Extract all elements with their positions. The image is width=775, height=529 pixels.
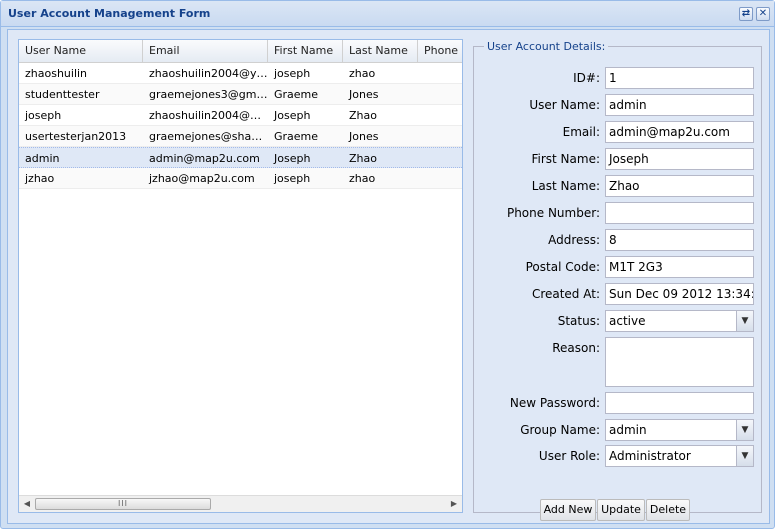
postal-code-label: Postal Code: — [525, 260, 600, 274]
reason-label: Reason: — [552, 341, 600, 355]
status-select[interactable]: active ▼ — [605, 310, 754, 332]
new-password-label: New Password: — [509, 396, 600, 410]
scroll-left-icon[interactable]: ◀ — [19, 496, 35, 512]
user-role-label: User Role: — [538, 449, 600, 463]
user-grid: User Name Email First Name Last Name Pho… — [18, 39, 463, 513]
id-field[interactable]: 1 — [605, 67, 754, 89]
cell-email: graemejones3@gmail... — [149, 88, 268, 101]
add-new-button[interactable]: Add New — [540, 499, 596, 521]
cell-email: admin@map2u.com — [149, 152, 260, 165]
cell-email: zhaoshuilin2004@ya... — [149, 67, 268, 80]
address-label: Address: — [548, 233, 600, 247]
cell-username: admin — [25, 152, 60, 165]
cell-username: studenttester — [25, 88, 100, 101]
email-field[interactable]: admin@map2u.com — [605, 121, 754, 143]
cell-email: zhaoshuilin2004@gm... — [149, 109, 268, 122]
column-header-email[interactable]: Email — [143, 40, 268, 62]
column-header-firstname[interactable]: First Name — [268, 40, 343, 62]
id-label: ID#: — [573, 71, 600, 85]
cell-firstname: Joseph — [274, 109, 311, 122]
grid-header: User Name Email First Name Last Name Pho… — [19, 40, 462, 63]
scroll-thumb[interactable]: III — [35, 498, 211, 510]
column-header-username[interactable]: User Name — [19, 40, 143, 62]
table-row[interactable]: usertesterjan2013 graemejones@shaw.ca Gr… — [19, 126, 462, 147]
user-role-value: Administrator — [609, 449, 691, 463]
refresh-icon[interactable]: ⇄ — [739, 7, 753, 21]
created-at-field[interactable]: Sun Dec 09 2012 13:34:5 — [605, 283, 754, 305]
new-password-field[interactable] — [605, 392, 754, 414]
cell-firstname: Graeme — [274, 88, 319, 101]
scroll-right-icon[interactable]: ▶ — [446, 496, 462, 512]
column-header-phone[interactable]: Phone N — [418, 40, 462, 62]
lastname-label: Last Name: — [531, 179, 600, 193]
cell-username: jzhao — [25, 172, 55, 185]
cell-lastname: Zhao — [349, 152, 377, 165]
cell-phone — [418, 105, 462, 126]
table-row[interactable]: zhaoshuilin zhaoshuilin2004@ya... joseph… — [19, 63, 462, 84]
table-row[interactable]: jzhao jzhao@map2u.com joseph zhao — [19, 168, 462, 189]
cell-username: usertesterjan2013 — [25, 130, 127, 143]
cell-firstname: joseph — [274, 172, 311, 185]
grid-rows: zhaoshuilin zhaoshuilin2004@ya... joseph… — [19, 63, 462, 189]
window-titlebar[interactable]: User Account Management Form ⇄ ✕ — [1, 1, 774, 27]
window-body: User Name Email First Name Last Name Pho… — [7, 29, 770, 524]
phone-field[interactable] — [605, 202, 754, 224]
cell-lastname: zhao — [349, 67, 376, 80]
horizontal-scrollbar[interactable]: ◀ III ▶ — [19, 495, 462, 512]
group-name-select[interactable]: admin ▼ — [605, 419, 754, 441]
table-row-selected[interactable]: admin admin@map2u.com Joseph Zhao — [19, 147, 462, 169]
reason-textarea[interactable] — [605, 337, 754, 387]
table-row[interactable]: studenttester graemejones3@gmail... Grae… — [19, 84, 462, 105]
group-name-label: Group Name: — [520, 423, 600, 437]
window-title: User Account Management Form — [8, 7, 211, 20]
update-button[interactable]: Update — [597, 499, 645, 521]
cell-firstname: Joseph — [274, 152, 311, 165]
cell-lastname: Jones — [349, 88, 379, 101]
cell-phone — [418, 168, 462, 189]
cell-firstname: joseph — [274, 67, 311, 80]
lastname-field[interactable]: Zhao — [605, 175, 754, 197]
user-account-window: User Account Management Form ⇄ ✕ User Na… — [0, 0, 775, 529]
phone-label: Phone Number: — [506, 206, 600, 220]
column-header-lastname[interactable]: Last Name — [343, 40, 418, 62]
delete-button[interactable]: Delete — [646, 499, 690, 521]
firstname-field[interactable]: Joseph — [605, 148, 754, 170]
status-value: active — [609, 314, 646, 328]
username-field[interactable]: admin — [605, 94, 754, 116]
cell-username: zhaoshuilin — [25, 67, 88, 80]
user-details-fieldset: User Account Details: ID#: 1 User Name: … — [473, 40, 762, 521]
close-icon[interactable]: ✕ — [756, 7, 770, 21]
chevron-down-icon[interactable]: ▼ — [736, 311, 753, 331]
table-row[interactable]: joseph zhaoshuilin2004@gm... Joseph Zhao — [19, 105, 462, 126]
chevron-down-icon[interactable]: ▼ — [736, 446, 753, 466]
cell-firstname: Graeme — [274, 130, 319, 143]
postal-code-field[interactable]: M1T 2G3 — [605, 256, 754, 278]
created-at-label: Created At: — [531, 287, 600, 301]
chevron-down-icon[interactable]: ▼ — [736, 420, 753, 440]
firstname-label: First Name: — [531, 152, 600, 166]
cell-lastname: zhao — [349, 172, 376, 185]
cell-lastname: Zhao — [349, 109, 377, 122]
username-label: User Name: — [529, 98, 600, 112]
cell-phone — [418, 84, 462, 105]
fieldset-legend: User Account Details: — [484, 40, 609, 53]
cell-phone — [418, 126, 462, 147]
address-field[interactable]: 8 — [605, 229, 754, 251]
cell-phone — [418, 148, 462, 169]
cell-email: graemejones@shaw.ca — [149, 130, 268, 143]
cell-lastname: Jones — [349, 130, 379, 143]
group-name-value: admin — [609, 423, 647, 437]
cell-email: jzhao@map2u.com — [149, 172, 255, 185]
cell-username: joseph — [25, 109, 62, 122]
email-label: Email: — [562, 125, 600, 139]
user-role-select[interactable]: Administrator ▼ — [605, 445, 754, 467]
cell-phone — [418, 63, 462, 84]
status-label: Status: — [557, 314, 600, 328]
